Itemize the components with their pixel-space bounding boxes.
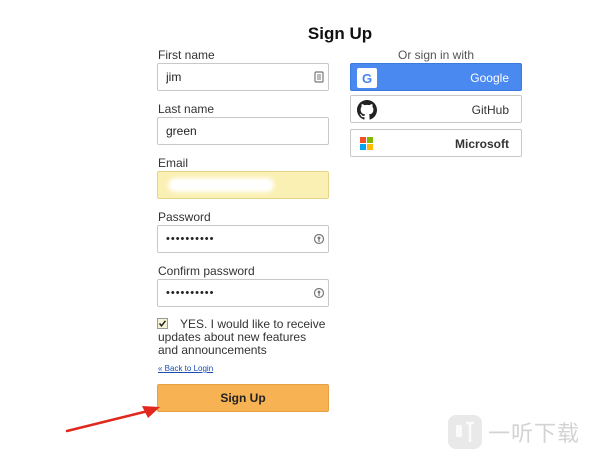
password-input[interactable] xyxy=(157,225,329,253)
sign-up-button[interactable]: Sign Up xyxy=(157,384,329,412)
google-sign-in-button[interactable]: G Google xyxy=(350,63,522,91)
social-heading: Or sign in with xyxy=(397,48,475,62)
redacted-email-mask xyxy=(168,178,274,192)
checkmark-icon xyxy=(158,320,167,327)
microsoft-sign-in-button[interactable]: Microsoft xyxy=(350,129,522,157)
yiting-logo-icon xyxy=(448,415,482,449)
github-sign-in-button[interactable]: GitHub xyxy=(350,95,522,123)
newsletter-label: YES. I would like to receive updates abo… xyxy=(158,317,326,357)
email-label: Email xyxy=(158,156,189,170)
password-key-icon[interactable] xyxy=(313,233,325,245)
confirm-password-label: Confirm password xyxy=(158,264,255,278)
microsoft-logo-icon xyxy=(357,134,377,154)
last-name-input[interactable] xyxy=(157,117,329,145)
first-name-input[interactable] xyxy=(157,63,329,91)
password-label: Password xyxy=(158,210,211,224)
first-name-label: First name xyxy=(158,48,215,62)
page-title: Sign Up xyxy=(307,24,373,43)
red-arrow-icon xyxy=(65,406,160,433)
google-label: Google xyxy=(470,71,509,85)
password-key-icon[interactable] xyxy=(313,287,325,299)
newsletter-checkbox[interactable] xyxy=(157,318,168,329)
back-to-login-link[interactable]: « Back to Login xyxy=(158,364,213,373)
github-label: GitHub xyxy=(471,103,509,117)
microsoft-label: Microsoft xyxy=(455,137,509,151)
google-logo-icon: G xyxy=(357,68,377,88)
watermark: 一听下载 xyxy=(448,412,580,452)
watermark-text: 一听下载 xyxy=(488,421,581,446)
autofill-contact-icon[interactable] xyxy=(313,71,325,83)
confirm-password-input[interactable] xyxy=(157,279,329,307)
github-logo-icon xyxy=(357,100,377,120)
last-name-label: Last name xyxy=(158,102,215,116)
